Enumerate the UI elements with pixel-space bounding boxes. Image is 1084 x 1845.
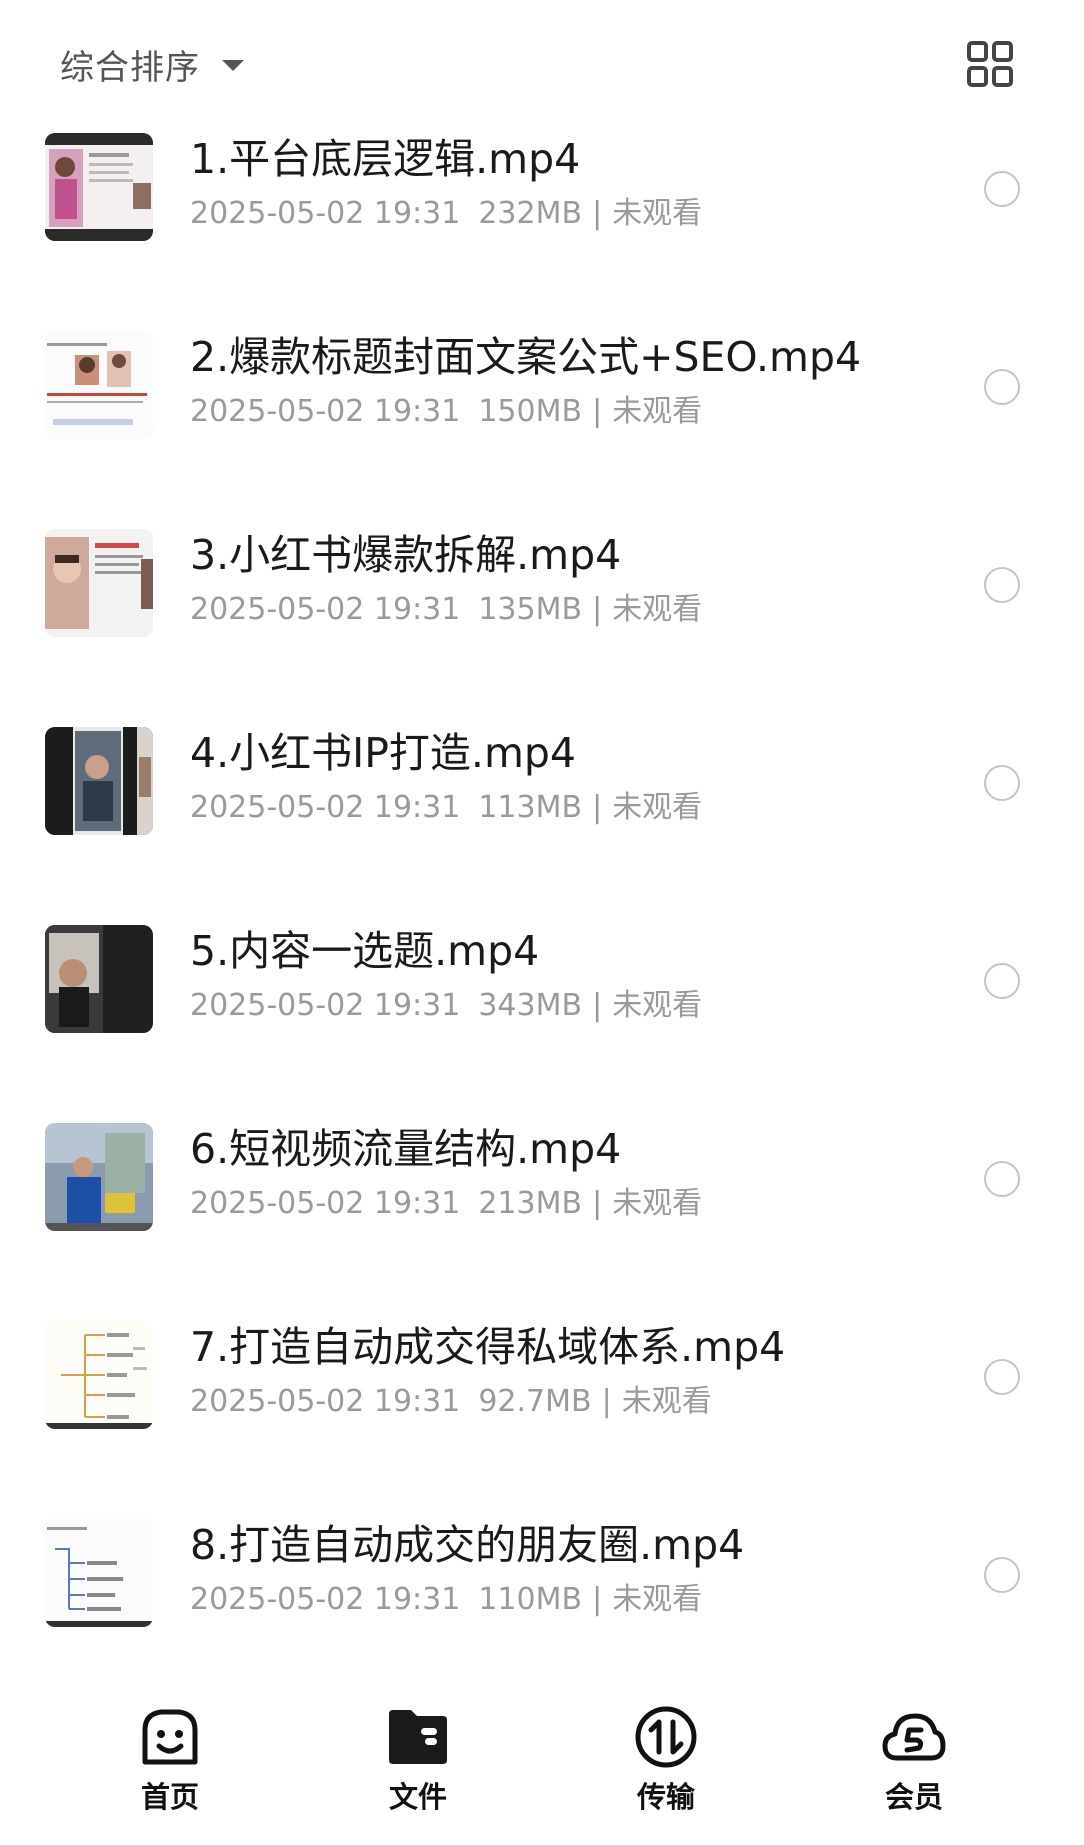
- file-date: 2025-05-02 19:31: [190, 196, 461, 231]
- watch-status: 未观看: [612, 592, 703, 627]
- file-date: 2025-05-02 19:31: [190, 1186, 461, 1221]
- meta-divider: |: [592, 592, 603, 627]
- file-row[interactable]: 7.打造自动成交得私域体系.mp4 2025-05-02 19:31 92.7MB…: [0, 1308, 1084, 1506]
- video-thumbnail: [45, 331, 153, 439]
- video-thumbnail: [45, 1519, 153, 1627]
- file-name: 4.小红书IP打造.mp4: [190, 729, 577, 777]
- video-thumbnail: [45, 133, 153, 241]
- video-thumbnail: [45, 1321, 153, 1429]
- tab-transfer[interactable]: 传输: [596, 1704, 736, 1824]
- file-list-screen: 综合排序 1.平台底层逻辑.mp4 2025-05-02 19:31 232MB…: [0, 0, 1084, 1845]
- file-row[interactable]: 3.小红书爆款拆解.mp4 2025-05-02 19:31 135MB | 未观看: [0, 516, 1084, 714]
- file-row[interactable]: 4.小红书IP打造.mp4 2025-05-02 19:31 113MB | 未观看: [0, 714, 1084, 912]
- file-date: 2025-05-02 19:31: [190, 790, 461, 825]
- file-name: 6.短视频流量结构.mp4: [190, 1125, 622, 1173]
- meta-divider: |: [592, 988, 603, 1023]
- tab-label: 文件: [388, 1780, 447, 1814]
- select-radio[interactable]: [984, 1161, 1020, 1197]
- sort-dropdown[interactable]: 综合排序: [60, 40, 244, 88]
- video-thumbnail: [45, 1123, 153, 1231]
- meta-divider: |: [592, 790, 603, 825]
- meta-divider: |: [592, 1186, 603, 1221]
- select-radio[interactable]: [984, 765, 1020, 801]
- video-thumbnail: [45, 925, 153, 1033]
- cloud-vip-icon: [881, 1704, 947, 1770]
- file-name: 7.打造自动成交得私域体系.mp4: [190, 1323, 786, 1371]
- file-row[interactable]: 5.内容一选题.mp4 2025-05-02 19:31 343MB | 未观看: [0, 912, 1084, 1110]
- tab-files[interactable]: 文件: [348, 1704, 488, 1824]
- meta-divider: |: [592, 394, 603, 429]
- watch-status: 未观看: [612, 790, 703, 825]
- file-name: 1.平台底层逻辑.mp4: [190, 135, 581, 183]
- file-meta: 2025-05-02 19:31 110MB | 未观看: [190, 1580, 702, 1620]
- watch-status: 未观看: [612, 394, 703, 429]
- watch-status: 未观看: [621, 1384, 712, 1419]
- select-radio[interactable]: [984, 1359, 1020, 1395]
- file-row[interactable]: 6.短视频流量结构.mp4 2025-05-02 19:31 213MB | 未观看: [0, 1110, 1084, 1308]
- file-size: 135MB: [478, 592, 583, 627]
- file-size: 213MB: [478, 1186, 583, 1221]
- file-meta: 2025-05-02 19:31 213MB | 未观看: [190, 1184, 702, 1224]
- file-meta: 2025-05-02 19:31 343MB | 未观看: [190, 986, 702, 1026]
- file-size: 113MB: [478, 790, 583, 825]
- file-date: 2025-05-02 19:31: [190, 394, 461, 429]
- tab-home[interactable]: 首页: [100, 1704, 240, 1824]
- grid-view-icon: [967, 41, 1013, 87]
- file-meta: 2025-05-02 19:31 92.7MB | 未观看: [190, 1382, 712, 1422]
- file-size: 92.7MB: [478, 1384, 592, 1419]
- folder-icon: [385, 1704, 451, 1770]
- select-radio[interactable]: [984, 567, 1020, 603]
- file-name: 8.打造自动成交的朋友圈.mp4: [190, 1521, 745, 1569]
- file-name: 5.内容一选题.mp4: [190, 927, 540, 975]
- file-name: 3.小红书爆款拆解.mp4: [190, 531, 622, 579]
- file-date: 2025-05-02 19:31: [190, 1582, 461, 1617]
- meta-divider: |: [592, 1582, 603, 1617]
- caret-down-icon: [222, 59, 244, 71]
- file-date: 2025-05-02 19:31: [190, 988, 461, 1023]
- watch-status: 未观看: [612, 988, 703, 1023]
- file-row[interactable]: 8.打造自动成交的朋友圈.mp4 2025-05-02 19:31 110MB | 未…: [0, 1506, 1084, 1704]
- file-size: 150MB: [478, 394, 583, 429]
- select-radio[interactable]: [984, 963, 1020, 999]
- meta-divider: |: [601, 1384, 612, 1419]
- file-meta: 2025-05-02 19:31 113MB | 未观看: [190, 788, 702, 828]
- tab-label: 传输: [636, 1780, 695, 1814]
- list-toolbar: 综合排序: [0, 0, 1084, 120]
- transfer-icon: [633, 1704, 699, 1770]
- file-meta: 2025-05-02 19:31 232MB | 未观看: [190, 194, 702, 234]
- watch-status: 未观看: [612, 196, 703, 231]
- file-meta: 2025-05-02 19:31 135MB | 未观看: [190, 590, 702, 630]
- watch-status: 未观看: [612, 1186, 703, 1221]
- video-thumbnail: [45, 727, 153, 835]
- file-size: 110MB: [478, 1582, 583, 1617]
- smiley-home-icon: [137, 1704, 203, 1770]
- tab-vip[interactable]: 会员: [844, 1704, 984, 1824]
- sort-label: 综合排序: [60, 47, 200, 88]
- file-date: 2025-05-02 19:31: [190, 1384, 461, 1419]
- video-thumbnail: [45, 529, 153, 637]
- file-size: 343MB: [478, 988, 583, 1023]
- select-radio[interactable]: [984, 171, 1020, 207]
- file-meta: 2025-05-02 19:31 150MB | 未观看: [190, 392, 702, 432]
- file-name: 2.爆款标题封面文案公式+SEO.mp4: [190, 333, 862, 381]
- select-radio[interactable]: [984, 1557, 1020, 1593]
- tab-label: 首页: [140, 1780, 199, 1814]
- file-size: 232MB: [478, 196, 583, 231]
- tab-label: 会员: [884, 1780, 943, 1814]
- file-row[interactable]: 2.爆款标题封面文案公式+SEO.mp4 2025-05-02 19:31 150…: [0, 318, 1084, 516]
- watch-status: 未观看: [612, 1582, 703, 1617]
- grid-view-toggle[interactable]: [966, 40, 1014, 88]
- meta-divider: |: [592, 196, 603, 231]
- file-date: 2025-05-02 19:31: [190, 592, 461, 627]
- select-radio[interactable]: [984, 369, 1020, 405]
- bottom-tab-bar: 首页 文件 传输 会员: [0, 1690, 1084, 1845]
- file-row[interactable]: 1.平台底层逻辑.mp4 2025-05-02 19:31 232MB | 未观看: [0, 120, 1084, 318]
